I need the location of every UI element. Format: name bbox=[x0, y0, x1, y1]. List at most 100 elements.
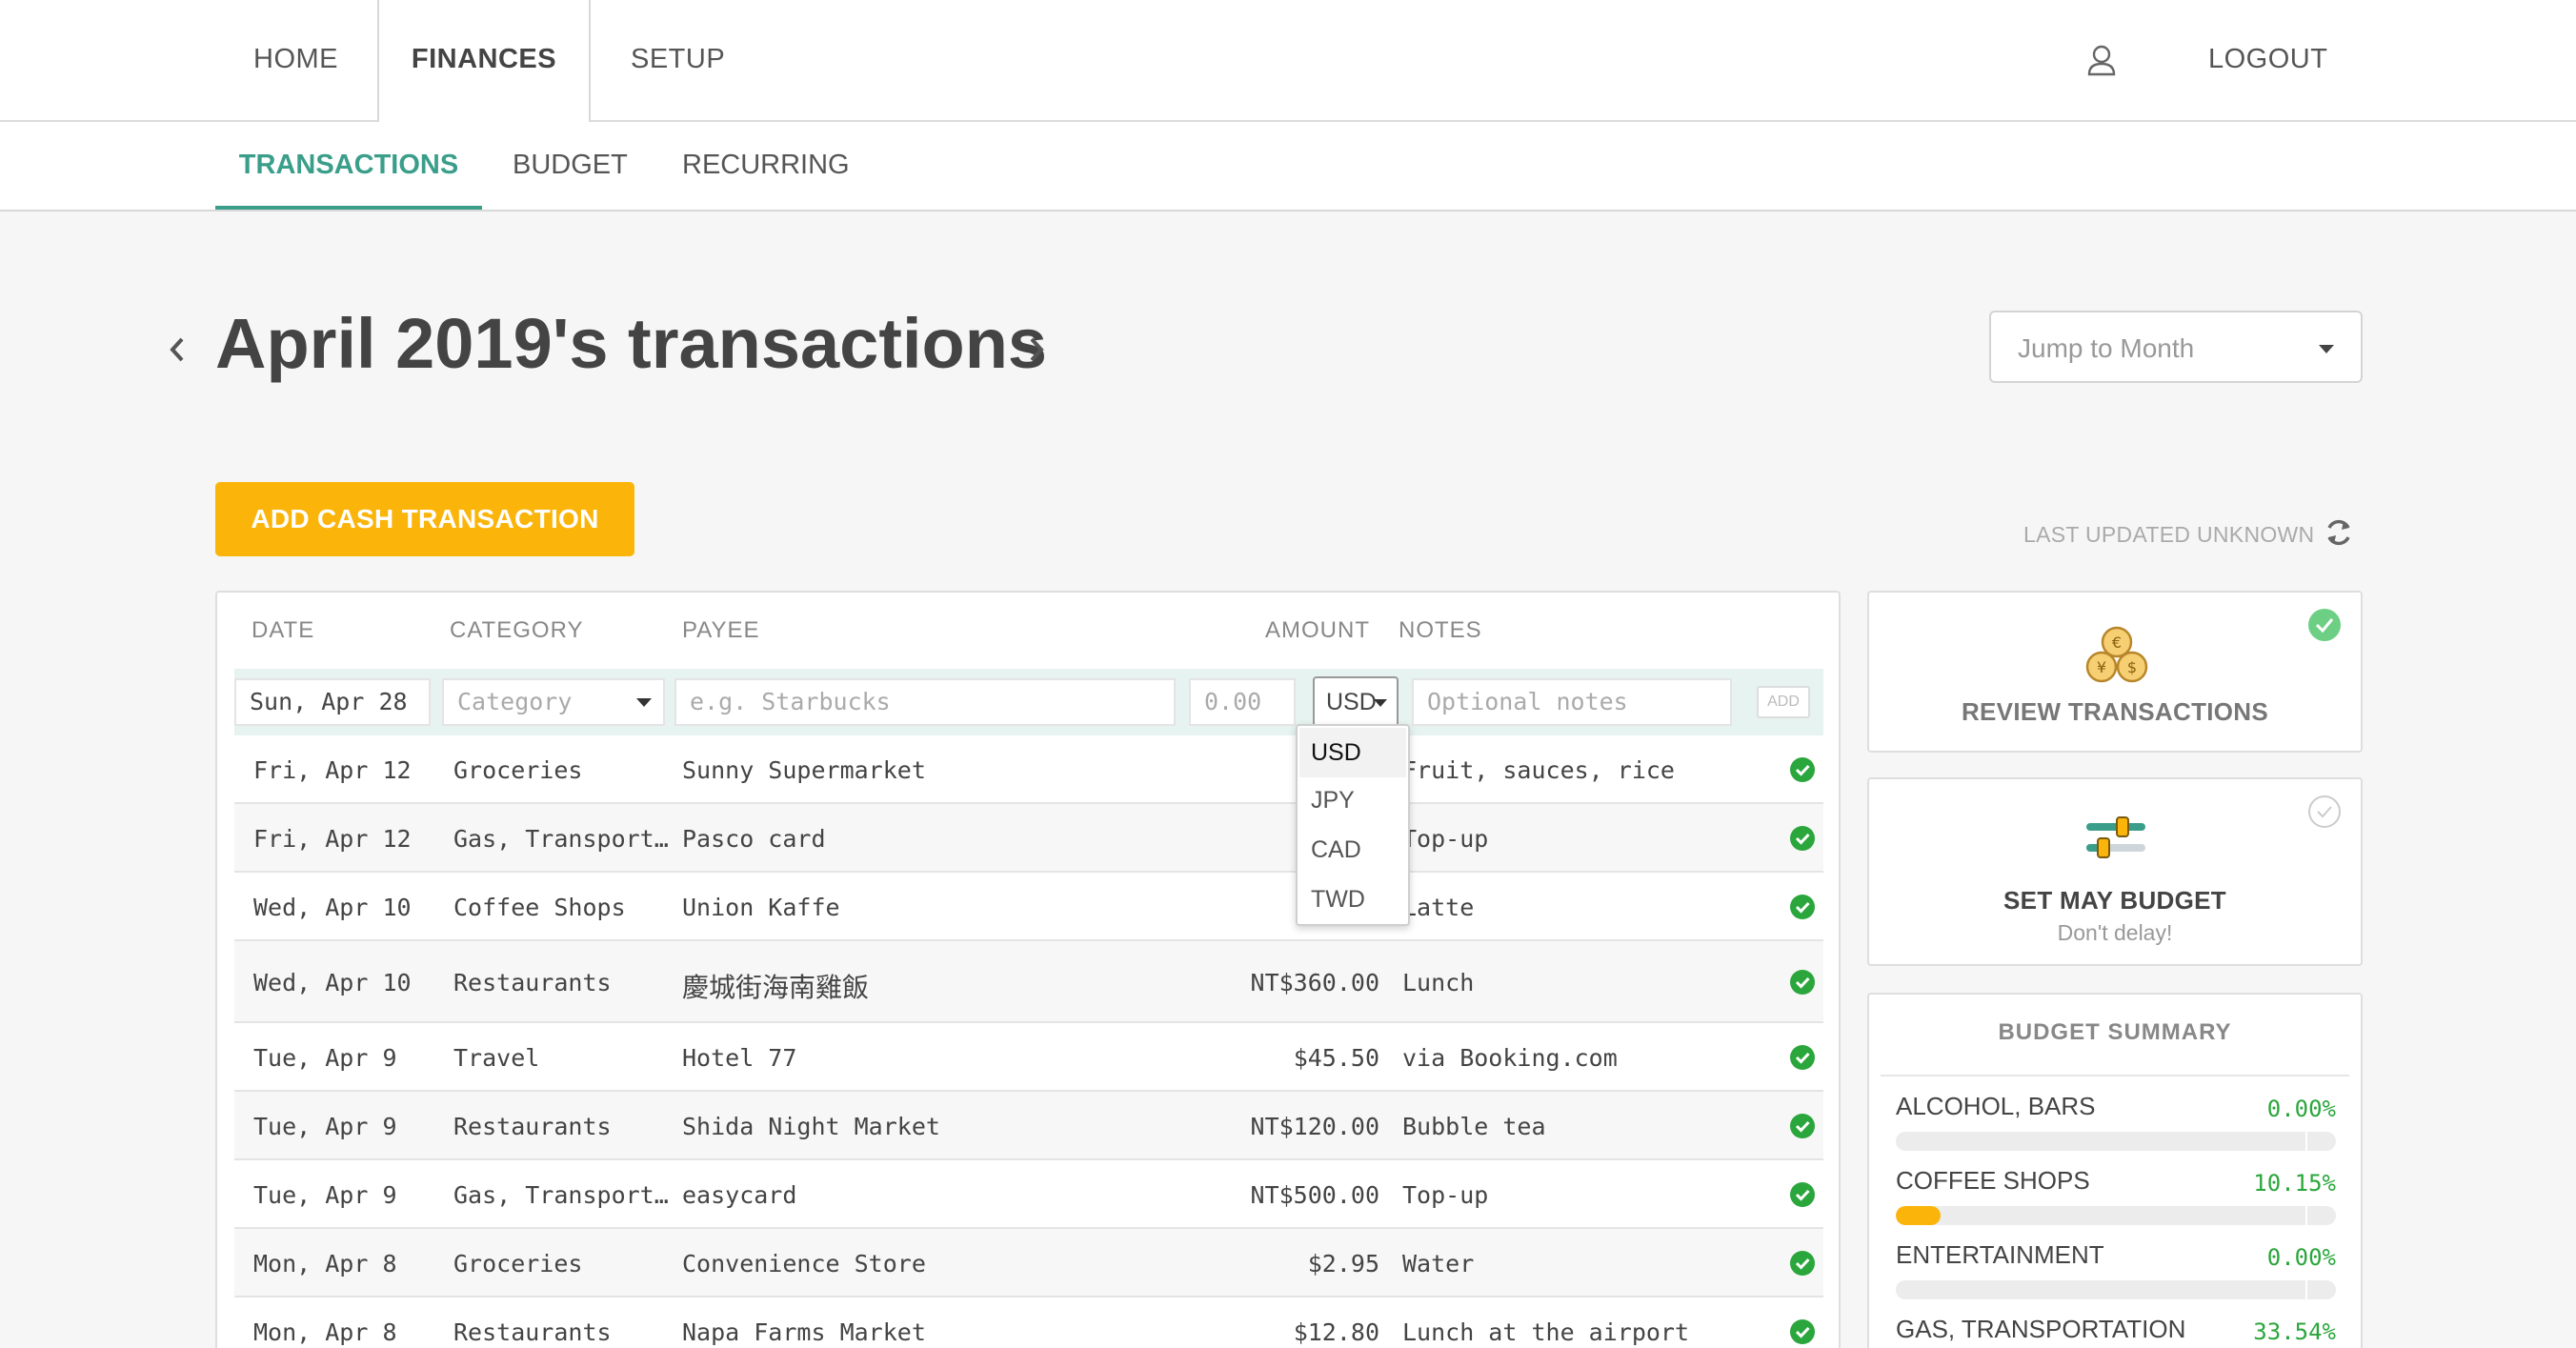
check-circle-outline-icon bbox=[2308, 795, 2341, 828]
row-payee: easycard bbox=[682, 1181, 797, 1209]
review-transactions-title: REVIEW TRANSACTIONS bbox=[1961, 697, 2269, 726]
row-amount: NT$500.00 bbox=[1250, 1181, 1379, 1209]
row-date: Wed, Apr 10 bbox=[253, 969, 412, 996]
review-transactions-card[interactable]: € ¥ $ REVIEW TRANSACTIONS bbox=[1867, 591, 2363, 753]
column-header-notes[interactable]: NOTES bbox=[1399, 617, 1482, 644]
set-budget-card[interactable]: SET MAY BUDGET Don't delay! bbox=[1867, 777, 2363, 966]
row-date: Fri, Apr 12 bbox=[253, 756, 412, 784]
jump-to-month-placeholder: Jump to Month bbox=[2018, 333, 2195, 363]
category-placeholder: Category bbox=[457, 688, 573, 715]
jump-to-month-select[interactable]: Jump to Month bbox=[1989, 311, 2363, 383]
payee-input[interactable]: e.g. Starbucks bbox=[674, 678, 1176, 726]
tab-recurring[interactable]: RECURRING bbox=[682, 122, 850, 210]
row-notes: Latte bbox=[1402, 894, 1475, 921]
reviewed-check-icon[interactable] bbox=[1789, 894, 1816, 920]
notes-input[interactable]: Optional notes bbox=[1412, 678, 1732, 726]
budget-target-marker bbox=[2305, 1132, 2307, 1151]
reviewed-check-icon[interactable] bbox=[1789, 1318, 1816, 1345]
reviewed-check-icon[interactable] bbox=[1789, 1113, 1816, 1139]
nav-home[interactable]: HOME bbox=[253, 0, 338, 122]
reviewed-check-icon[interactable] bbox=[1789, 1181, 1816, 1208]
table-row[interactable]: Wed, Apr 10Coffee ShopsUnion KaffeNT$Lat… bbox=[234, 873, 1823, 941]
table-row[interactable]: Tue, Apr 9 Gas, Transport… easycard NT$500.… bbox=[234, 1160, 1823, 1229]
row-amount: NT$120.00 bbox=[1250, 1113, 1379, 1140]
refresh-icon[interactable] bbox=[2323, 516, 2355, 549]
table-row[interactable]: Mon, Apr 8 Groceries Convenience Store $2.9… bbox=[234, 1229, 1823, 1298]
row-notes: Fruit, sauces, rice bbox=[1402, 756, 1675, 784]
sub-navigation: TRANSACTIONS BUDGET RECURRING bbox=[0, 122, 2576, 211]
next-month-icon[interactable] bbox=[1025, 335, 1048, 364]
date-field[interactable]: Sun, Apr 28 bbox=[234, 678, 431, 726]
currency-option-cad[interactable]: CAD bbox=[1311, 836, 1361, 864]
row-notes: Water bbox=[1402, 1250, 1475, 1278]
reviewed-check-icon[interactable] bbox=[1789, 1250, 1816, 1277]
tab-transactions[interactable]: TRANSACTIONS bbox=[215, 122, 482, 210]
row-category: Restaurants bbox=[453, 1113, 612, 1140]
logout-link[interactable]: LOGOUT bbox=[2208, 0, 2327, 122]
column-header-date[interactable]: DATE bbox=[252, 617, 314, 644]
budget-category-name: ALCOHOL, BARS bbox=[1896, 1092, 2096, 1120]
reviewed-check-icon[interactable] bbox=[1789, 969, 1816, 996]
budget-summary-title: BUDGET SUMMARY bbox=[1998, 1019, 2232, 1045]
budget-progress-fill bbox=[1896, 1206, 1941, 1225]
user-icon[interactable] bbox=[2086, 44, 2117, 76]
currency-option-jpy[interactable]: JPY bbox=[1311, 787, 1355, 815]
last-updated-text: LAST UPDATED UNKNOWN bbox=[2023, 522, 2315, 547]
row-payee: 慶城街海南雞飯 bbox=[682, 972, 870, 1003]
previous-month-icon[interactable] bbox=[166, 335, 189, 364]
row-payee: Sunny Supermarket bbox=[682, 756, 926, 784]
budget-progress-bar bbox=[1896, 1206, 2336, 1225]
row-amount: $12.80 bbox=[1293, 1318, 1379, 1346]
nav-setup[interactable]: SETUP bbox=[631, 0, 725, 122]
row-amount: $2.95 bbox=[1307, 1250, 1379, 1278]
row-notes: via Booking.com bbox=[1402, 1044, 1618, 1072]
reviewed-check-icon[interactable] bbox=[1789, 756, 1816, 783]
row-amount: $45.50 bbox=[1293, 1044, 1379, 1072]
row-payee: Hotel 77 bbox=[682, 1044, 797, 1072]
budget-progress-bar bbox=[1896, 1132, 2336, 1151]
row-payee: Napa Farms Market bbox=[682, 1318, 926, 1346]
budget-percent: 0.00% bbox=[2266, 1244, 2336, 1271]
row-category: Restaurants bbox=[453, 1318, 612, 1346]
budget-percent: 0.00% bbox=[2266, 1096, 2336, 1122]
sliders-icon bbox=[2086, 816, 2145, 858]
table-row[interactable]: Mon, Apr 8 Restaurants Napa Farms Market $1… bbox=[234, 1298, 1823, 1348]
chevron-down-icon bbox=[2319, 345, 2334, 353]
reviewed-check-icon[interactable] bbox=[1789, 1044, 1816, 1071]
nav-finances[interactable]: FINANCES bbox=[377, 0, 591, 124]
budget-target-marker bbox=[2305, 1206, 2307, 1225]
reviewed-check-icon[interactable] bbox=[1789, 825, 1816, 852]
add-button[interactable]: ADD bbox=[1757, 686, 1810, 718]
add-cash-transaction-button[interactable]: ADD CASH TRANSACTION bbox=[215, 482, 634, 556]
row-category: Coffee Shops bbox=[453, 894, 626, 921]
category-select[interactable]: Category bbox=[442, 678, 665, 726]
row-amount: NT$360.00 bbox=[1250, 969, 1379, 996]
column-header-category[interactable]: CATEGORY bbox=[450, 617, 583, 644]
check-circle-icon bbox=[2308, 609, 2341, 641]
table-row[interactable]: Fri, Apr 12Gas, Transport…Pasco card¥Top… bbox=[234, 804, 1823, 873]
row-payee: Union Kaffe bbox=[682, 894, 840, 921]
amount-input[interactable]: 0.00 bbox=[1189, 678, 1296, 726]
svg-text:€: € bbox=[2112, 634, 2122, 652]
row-category: Restaurants bbox=[453, 969, 612, 996]
currency-option-twd[interactable]: TWD bbox=[1311, 886, 1365, 914]
chevron-down-icon bbox=[636, 698, 652, 707]
row-notes: Lunch bbox=[1402, 969, 1475, 996]
table-row[interactable]: Tue, Apr 9 Travel Hotel 77 $45.50 via Bookin… bbox=[234, 1023, 1823, 1092]
table-row[interactable]: Fri, Apr 12GroceriesSunny Supermarket¥Fr… bbox=[234, 735, 1823, 804]
table-row[interactable]: Wed, Apr 10 Restaurants 慶城街海南雞飯 NT$360.00 Lu… bbox=[234, 941, 1823, 1023]
set-budget-subtitle: Don't delay! bbox=[2057, 920, 2173, 945]
set-budget-title: SET MAY BUDGET bbox=[2003, 886, 2226, 915]
row-category: Groceries bbox=[453, 756, 583, 784]
currency-option-usd[interactable]: USD bbox=[1299, 728, 1406, 777]
row-payee: Shida Night Market bbox=[682, 1113, 940, 1140]
column-header-payee[interactable]: PAYEE bbox=[682, 617, 759, 644]
tab-budget[interactable]: BUDGET bbox=[513, 122, 628, 210]
table-row[interactable]: Tue, Apr 9 Restaurants Shida Night Market N… bbox=[234, 1092, 1823, 1160]
row-date: Wed, Apr 10 bbox=[253, 894, 412, 921]
column-header-amount[interactable]: AMOUNT bbox=[1265, 617, 1370, 644]
new-transaction-row: Sun, Apr 28 Category e.g. Starbucks 0.00… bbox=[234, 669, 1823, 735]
row-date: Fri, Apr 12 bbox=[253, 825, 412, 853]
row-category: Gas, Transport… bbox=[453, 825, 669, 853]
currency-select[interactable]: USD bbox=[1313, 676, 1399, 728]
